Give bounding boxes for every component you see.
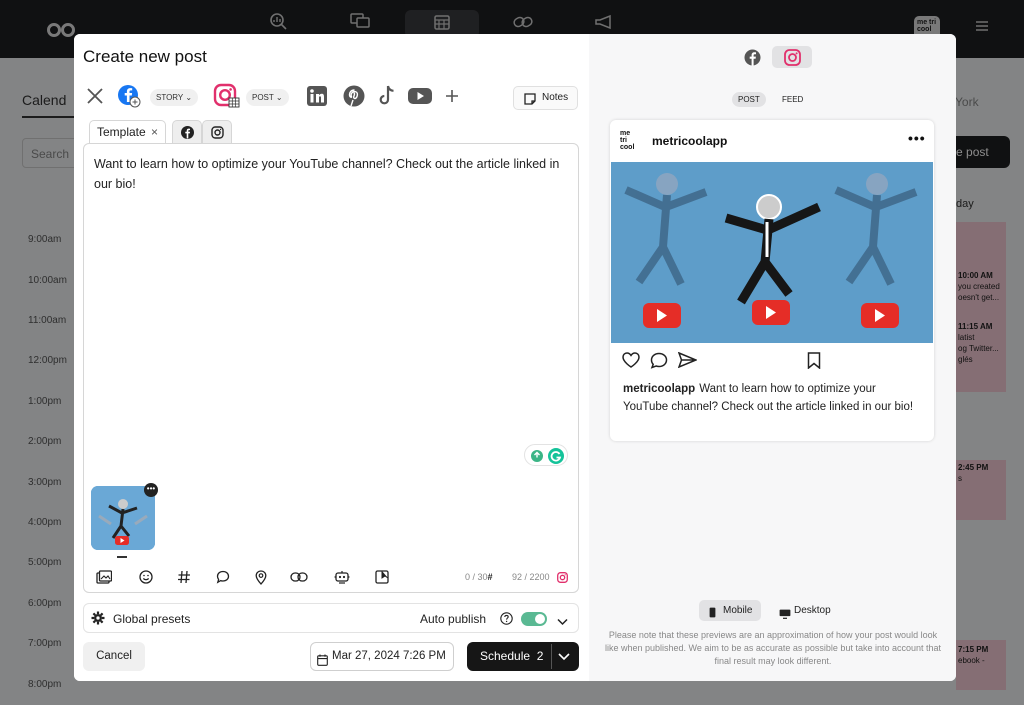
mobile-label: Mobile xyxy=(723,605,753,616)
preview-disclaimer: Please note that these previews are an a… xyxy=(604,630,942,666)
preview-image xyxy=(611,162,933,343)
image-edit-icon[interactable] xyxy=(373,568,391,586)
desktop-view-button[interactable]: Desktop xyxy=(770,600,840,621)
like-icon[interactable] xyxy=(622,352,640,373)
schedule-divider xyxy=(551,644,552,669)
media-thumbnail[interactable] xyxy=(91,486,155,550)
cancel-button[interactable]: Cancel xyxy=(83,642,145,671)
preview-instagram-icon[interactable] xyxy=(772,46,812,68)
location-icon[interactable] xyxy=(252,568,270,586)
tab-post[interactable]: POST xyxy=(732,92,766,107)
grammarly-widget[interactable] xyxy=(524,444,568,466)
auto-publish-toggle[interactable] xyxy=(521,612,547,626)
date-picker[interactable]: Mar 27, 2024 7:26 PM xyxy=(310,642,454,671)
mobile-view-button[interactable]: Mobile xyxy=(699,600,762,621)
instagram-preview-card: me tri cool metricoolapp ••• metricoolap… xyxy=(610,120,934,441)
facebook-icon[interactable] xyxy=(116,84,142,108)
youtube-icon[interactable] xyxy=(407,84,433,108)
tab-template-label: Template xyxy=(97,125,146,139)
media-gallery-icon[interactable] xyxy=(95,568,113,586)
preview-facebook-icon[interactable] xyxy=(732,46,772,68)
bookmark-icon[interactable] xyxy=(807,352,821,374)
chevron-down-icon: ⌄ xyxy=(275,93,283,102)
preview-caption: metricoolapp Want to learn how to optimiz… xyxy=(623,380,923,416)
character-counter-value: 92 / 2200 xyxy=(512,572,550,582)
preview-account-name: metricoolapp xyxy=(652,134,728,148)
editor-tabs: Template × xyxy=(89,120,232,144)
modal-title: Create new post xyxy=(83,47,207,66)
preview-panel: POST FEED me tri cool metricoolapp ••• m… xyxy=(589,34,956,681)
chevron-down-icon: ⌄ xyxy=(185,93,193,102)
hashtag-counter: 0 / 30# xyxy=(465,572,493,582)
desktop-icon xyxy=(779,606,791,627)
instagram-format-select[interactable]: POST ⌄ xyxy=(246,89,289,106)
notes-icon xyxy=(524,92,536,114)
thumbnail-indicator xyxy=(117,556,127,558)
hashtag-counter-icon: # xyxy=(487,572,493,582)
instagram-format-label: POST xyxy=(252,93,274,102)
notes-button[interactable]: Notes xyxy=(513,86,578,110)
post-text-area[interactable]: Want to learn how to optimize your YouTu… xyxy=(94,154,574,194)
comment-icon[interactable] xyxy=(214,568,232,586)
hashtag-counter-value: 0 / 30 xyxy=(465,572,488,582)
gear-icon xyxy=(91,611,105,630)
post-editor[interactable]: Want to learn how to optimize your YouTu… xyxy=(83,143,579,593)
facebook-format-select[interactable]: STORY ⌄ xyxy=(150,89,199,106)
facebook-format-label: STORY xyxy=(156,93,184,102)
linkedin-icon[interactable] xyxy=(306,84,328,108)
add-network-icon[interactable] xyxy=(442,84,462,108)
tab-feed[interactable]: FEED xyxy=(776,92,809,107)
schedule-text: Schedule xyxy=(480,649,531,663)
preview-avatar: me tri cool xyxy=(620,130,635,151)
tiktok-icon[interactable] xyxy=(376,84,398,108)
calendar-icon xyxy=(317,650,328,677)
help-icon[interactable] xyxy=(500,612,513,630)
twitter-x-icon[interactable] xyxy=(84,84,106,108)
desktop-label: Desktop xyxy=(794,605,831,616)
share-icon[interactable] xyxy=(677,351,698,373)
character-counter: 92 / 2200 xyxy=(512,572,550,582)
global-presets-bar[interactable]: Global presets Auto publish xyxy=(83,603,579,633)
thumbnail-more-icon[interactable]: ••• xyxy=(144,483,158,497)
facebook-icon xyxy=(180,126,194,139)
caption-username: metricoolapp xyxy=(623,383,696,395)
tab-facebook[interactable] xyxy=(172,120,202,144)
auto-publish-label: Auto publish xyxy=(420,612,487,626)
chevron-down-icon[interactable] xyxy=(557,642,571,681)
hashtag-icon[interactable] xyxy=(175,568,193,586)
global-presets-label: Global presets xyxy=(113,612,191,626)
schedule-button[interactable]: Schedule 2 xyxy=(467,642,579,671)
mobile-icon xyxy=(709,605,716,626)
more-options-icon[interactable]: ••• xyxy=(908,130,926,146)
schedule-label: Schedule 2 xyxy=(480,642,543,671)
notes-label: Notes xyxy=(542,92,569,103)
chevron-down-icon[interactable] xyxy=(557,613,568,631)
instagram-counter-icon xyxy=(556,568,568,586)
comment-icon[interactable] xyxy=(650,352,668,374)
emoji-icon[interactable] xyxy=(137,568,155,586)
editor-panel: Create new post STORY ⌄ POST ⌄ Notes Tem… xyxy=(74,34,589,681)
date-value: Mar 27, 2024 7:26 PM xyxy=(332,650,446,662)
instagram-icon xyxy=(210,126,224,139)
pinterest-icon[interactable] xyxy=(342,84,366,108)
instagram-icon[interactable] xyxy=(213,83,241,108)
close-icon[interactable]: × xyxy=(151,121,158,143)
ai-assistant-icon[interactable] xyxy=(333,568,351,586)
tab-template[interactable]: Template × xyxy=(89,120,166,144)
create-post-modal: Create new post STORY ⌄ POST ⌄ Notes Tem… xyxy=(74,34,956,681)
tab-instagram[interactable] xyxy=(202,120,232,144)
schedule-count: 2 xyxy=(536,649,544,663)
link-icon[interactable] xyxy=(290,568,308,586)
